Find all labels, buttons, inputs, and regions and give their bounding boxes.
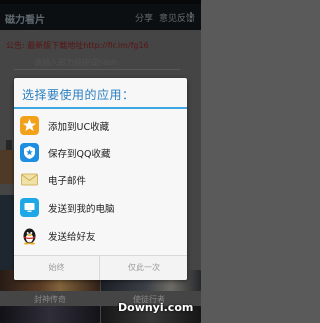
- computer-icon: [20, 198, 39, 217]
- watermark-text: Downyi.com: [118, 301, 194, 314]
- option-label: 发送给好友: [48, 232, 96, 243]
- just-once-button[interactable]: 仅此一次: [101, 256, 187, 280]
- star-icon: [20, 116, 39, 135]
- option-label: 保存到QQ收藏: [48, 149, 111, 160]
- option-send-to-friend[interactable]: 发送给好友: [14, 223, 187, 248]
- app-chooser-dialog: 选择要使用的应用： 添加到UC收藏 保存到QQ收藏 电子邮件 发送到我的电脑 发…: [14, 78, 187, 280]
- qq-penguin-icon: [20, 226, 39, 245]
- qq-favorites-icon: [20, 143, 39, 162]
- option-add-to-uc[interactable]: 添加到UC收藏: [14, 113, 187, 138]
- option-save-to-qq[interactable]: 保存到QQ收藏: [14, 140, 187, 165]
- option-label: 添加到UC收藏: [48, 122, 110, 133]
- dialog-divider: [14, 107, 187, 109]
- option-send-to-computer[interactable]: 发送到我的电脑: [14, 195, 187, 220]
- always-button[interactable]: 始终: [14, 256, 100, 280]
- option-label: 电子邮件: [48, 176, 87, 187]
- email-icon: [20, 170, 39, 189]
- dialog-title: 选择要使用的应用：: [22, 88, 135, 102]
- option-label: 发送到我的电脑: [48, 204, 115, 215]
- option-email[interactable]: 电子邮件: [14, 167, 187, 192]
- dialog-button-row: 始终 仅此一次: [14, 255, 187, 280]
